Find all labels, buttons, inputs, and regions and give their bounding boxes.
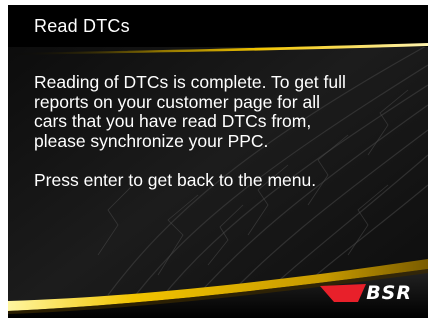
bsr-logo-text: BSR (366, 282, 412, 304)
screen-title: Read DTCs (34, 16, 130, 36)
footer-swoosh (8, 259, 428, 318)
bsr-logo-red-wedge (320, 284, 366, 302)
device-screen: Read DTCs Reading of DTCs is complete. T… (8, 5, 428, 318)
bsr-logo: BSR (320, 282, 412, 304)
title-underline-swoosh (8, 43, 428, 55)
enter-instruction: Press enter to get back to the menu. (34, 169, 317, 190)
message-body: Reading of DTCs is complete. To get full… (34, 72, 414, 210)
completion-message: Reading of DTCs is complete. To get full… (34, 72, 346, 151)
